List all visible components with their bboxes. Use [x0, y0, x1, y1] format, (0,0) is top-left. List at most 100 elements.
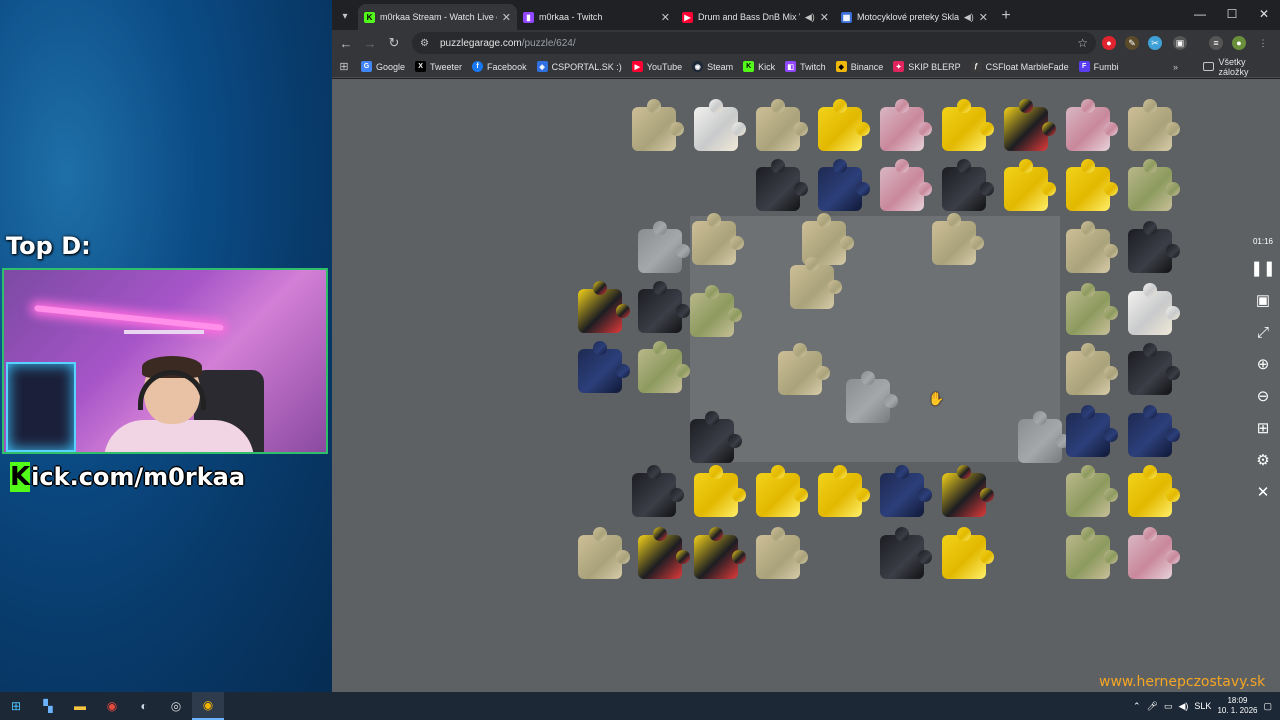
puzzle-piece[interactable]: [818, 159, 870, 211]
bookmark-kick[interactable]: K Kick: [738, 56, 780, 78]
puzzle-piece[interactable]: [578, 281, 630, 333]
site-info-icon[interactable]: ⚙: [420, 38, 436, 49]
chrome-profile-icon[interactable]: ◉: [96, 692, 128, 720]
puzzle-piece[interactable]: [932, 213, 984, 265]
puzzle-piece[interactable]: [578, 341, 630, 393]
network-icon[interactable]: ▭: [1164, 701, 1173, 712]
puzzle-piece[interactable]: [694, 99, 746, 151]
preview-image-icon[interactable]: ▣: [1248, 284, 1278, 316]
puzzle-piece[interactable]: [1066, 465, 1118, 517]
close-window-icon[interactable]: ✕: [1248, 0, 1280, 28]
language-indicator[interactable]: SLK: [1194, 701, 1211, 711]
puzzle-piece[interactable]: [1128, 465, 1180, 517]
puzzle-piece[interactable]: [638, 281, 690, 333]
microphone-icon[interactable]: 🎤︎: [1147, 701, 1158, 712]
close-icon[interactable]: ✕: [1248, 476, 1278, 508]
puzzle-extensions-icon[interactable]: ▣: [1173, 36, 1187, 50]
file-explorer-icon[interactable]: ▬: [64, 692, 96, 720]
puzzle-piece[interactable]: [638, 527, 690, 579]
puzzle-piece[interactable]: [1128, 159, 1180, 211]
new-tab-button[interactable]: +: [994, 4, 1018, 30]
puzzle-piece[interactable]: [1018, 411, 1070, 463]
menu-icon[interactable]: ⋮: [1256, 36, 1270, 50]
bookmark-youtube[interactable]: ▶ YouTube: [627, 56, 687, 78]
puzzle-piece[interactable]: [1004, 159, 1056, 211]
puzzle-piece[interactable]: [1128, 283, 1180, 335]
puzzle-piece[interactable]: [818, 465, 870, 517]
address-bar[interactable]: ⚙ puzzlegarage.com/puzzle/624/ ☆: [412, 32, 1096, 54]
puzzle-viewport[interactable]: ✋ 01:16 ❚❚ ▣ ⤢ ⊕ ⊖ ⊞ ⚙ ✕: [332, 79, 1280, 692]
bookmark-steam[interactable]: ◉ Steam: [687, 56, 738, 78]
puzzle-piece[interactable]: [1128, 221, 1180, 273]
puzzle-piece[interactable]: [756, 465, 808, 517]
maximize-icon[interactable]: ☐: [1216, 0, 1248, 28]
tab-twitch[interactable]: ▮ m0rkaa - Twitch ✕: [517, 4, 676, 30]
zoom-out-icon[interactable]: ⊖: [1248, 380, 1278, 412]
puzzle-piece[interactable]: [818, 99, 870, 151]
close-icon[interactable]: ✕: [661, 11, 670, 24]
puzzle-board[interactable]: [690, 216, 1060, 462]
puzzle-piece[interactable]: [880, 159, 932, 211]
puzzle-piece[interactable]: [638, 221, 690, 273]
settings-gear-icon[interactable]: ⚙: [1248, 444, 1278, 476]
puzzle-piece[interactable]: [880, 99, 932, 151]
forward-arrow-icon[interactable]: →: [358, 31, 382, 55]
puzzle-piece[interactable]: [942, 465, 994, 517]
puzzle-piece[interactable]: [942, 159, 994, 211]
puzzle-piece[interactable]: [1128, 99, 1180, 151]
close-icon[interactable]: ✕: [820, 11, 829, 24]
tab-puzzle[interactable]: ▦ Motocyklové preteky Sklad ◀) ✕: [835, 4, 994, 30]
puzzle-piece[interactable]: [1066, 221, 1118, 273]
reload-icon[interactable]: ↻: [382, 31, 406, 55]
close-icon[interactable]: ✕: [979, 11, 988, 24]
puzzle-piece[interactable]: [1066, 527, 1118, 579]
puzzle-piece[interactable]: [1004, 99, 1056, 151]
speaker-icon[interactable]: ◀): [805, 12, 815, 23]
zoom-in-icon[interactable]: ⊕: [1248, 348, 1278, 380]
puzzle-piece[interactable]: [756, 527, 808, 579]
bookmark-tweeter[interactable]: X Tweeter: [410, 56, 467, 78]
puzzle-piece[interactable]: [1066, 99, 1118, 151]
bookmark-google[interactable]: G Google: [356, 56, 410, 78]
bookmark-star-icon[interactable]: ☆: [1077, 36, 1088, 50]
puzzle-piece[interactable]: [790, 257, 842, 309]
fullscreen-icon[interactable]: ⤢: [1248, 316, 1278, 348]
back-arrow-icon[interactable]: ←: [334, 31, 358, 55]
notifications-icon[interactable]: ▢: [1263, 701, 1272, 712]
puzzle-piece[interactable]: [778, 343, 830, 395]
extension-icon[interactable]: ✂: [1148, 36, 1162, 50]
profile-avatar[interactable]: ●: [1232, 36, 1246, 50]
extension-icon[interactable]: ✎: [1125, 36, 1139, 50]
pause-icon[interactable]: ❚❚: [1248, 252, 1278, 284]
puzzle-piece[interactable]: [632, 99, 684, 151]
tab-youtube-mix[interactable]: ▶ Drum and Bass DnB Mix Vo ◀) ✕: [676, 4, 835, 30]
puzzle-piece[interactable]: [880, 465, 932, 517]
puzzle-piece[interactable]: [694, 465, 746, 517]
puzzle-piece[interactable]: [692, 213, 744, 265]
more-bookmarks-chevron-icon[interactable]: »: [1168, 56, 1183, 78]
chrome-icon[interactable]: ◉: [192, 692, 224, 720]
puzzle-piece[interactable]: [1128, 405, 1180, 457]
sort-pieces-icon[interactable]: ⊞: [1248, 412, 1278, 444]
close-icon[interactable]: ✕: [502, 11, 511, 24]
chevron-up-icon[interactable]: ⌃: [1133, 701, 1141, 712]
media-control-icon[interactable]: ≡: [1209, 36, 1223, 50]
puzzle-piece[interactable]: [1128, 527, 1180, 579]
adblock-extension-icon[interactable]: ●: [1102, 36, 1116, 50]
minimize-icon[interactable]: —: [1184, 0, 1216, 28]
bookmark-facebook[interactable]: f Facebook: [467, 56, 532, 78]
bookmark-twitch[interactable]: ◧ Twitch: [780, 56, 831, 78]
puzzle-piece[interactable]: [690, 411, 742, 463]
puzzle-piece[interactable]: [1066, 343, 1118, 395]
bookmark-binance[interactable]: ◆ Binance: [831, 56, 889, 78]
bookmark-csportal[interactable]: ◈ CSPORTAL.SK :): [532, 56, 627, 78]
puzzle-piece[interactable]: [756, 159, 808, 211]
puzzle-piece[interactable]: [942, 99, 994, 151]
bookmark-skip-blerp[interactable]: ✦ SKIP BLERP: [888, 56, 965, 78]
puzzle-piece[interactable]: [638, 341, 690, 393]
puzzle-piece[interactable]: [690, 285, 742, 337]
pinned-app-icon[interactable]: ▚: [32, 692, 64, 720]
tab-search-icon[interactable]: ▾: [332, 2, 358, 30]
clock[interactable]: 18:09 10. 1. 2026: [1217, 696, 1257, 716]
steam-icon[interactable]: ◐: [128, 692, 160, 720]
